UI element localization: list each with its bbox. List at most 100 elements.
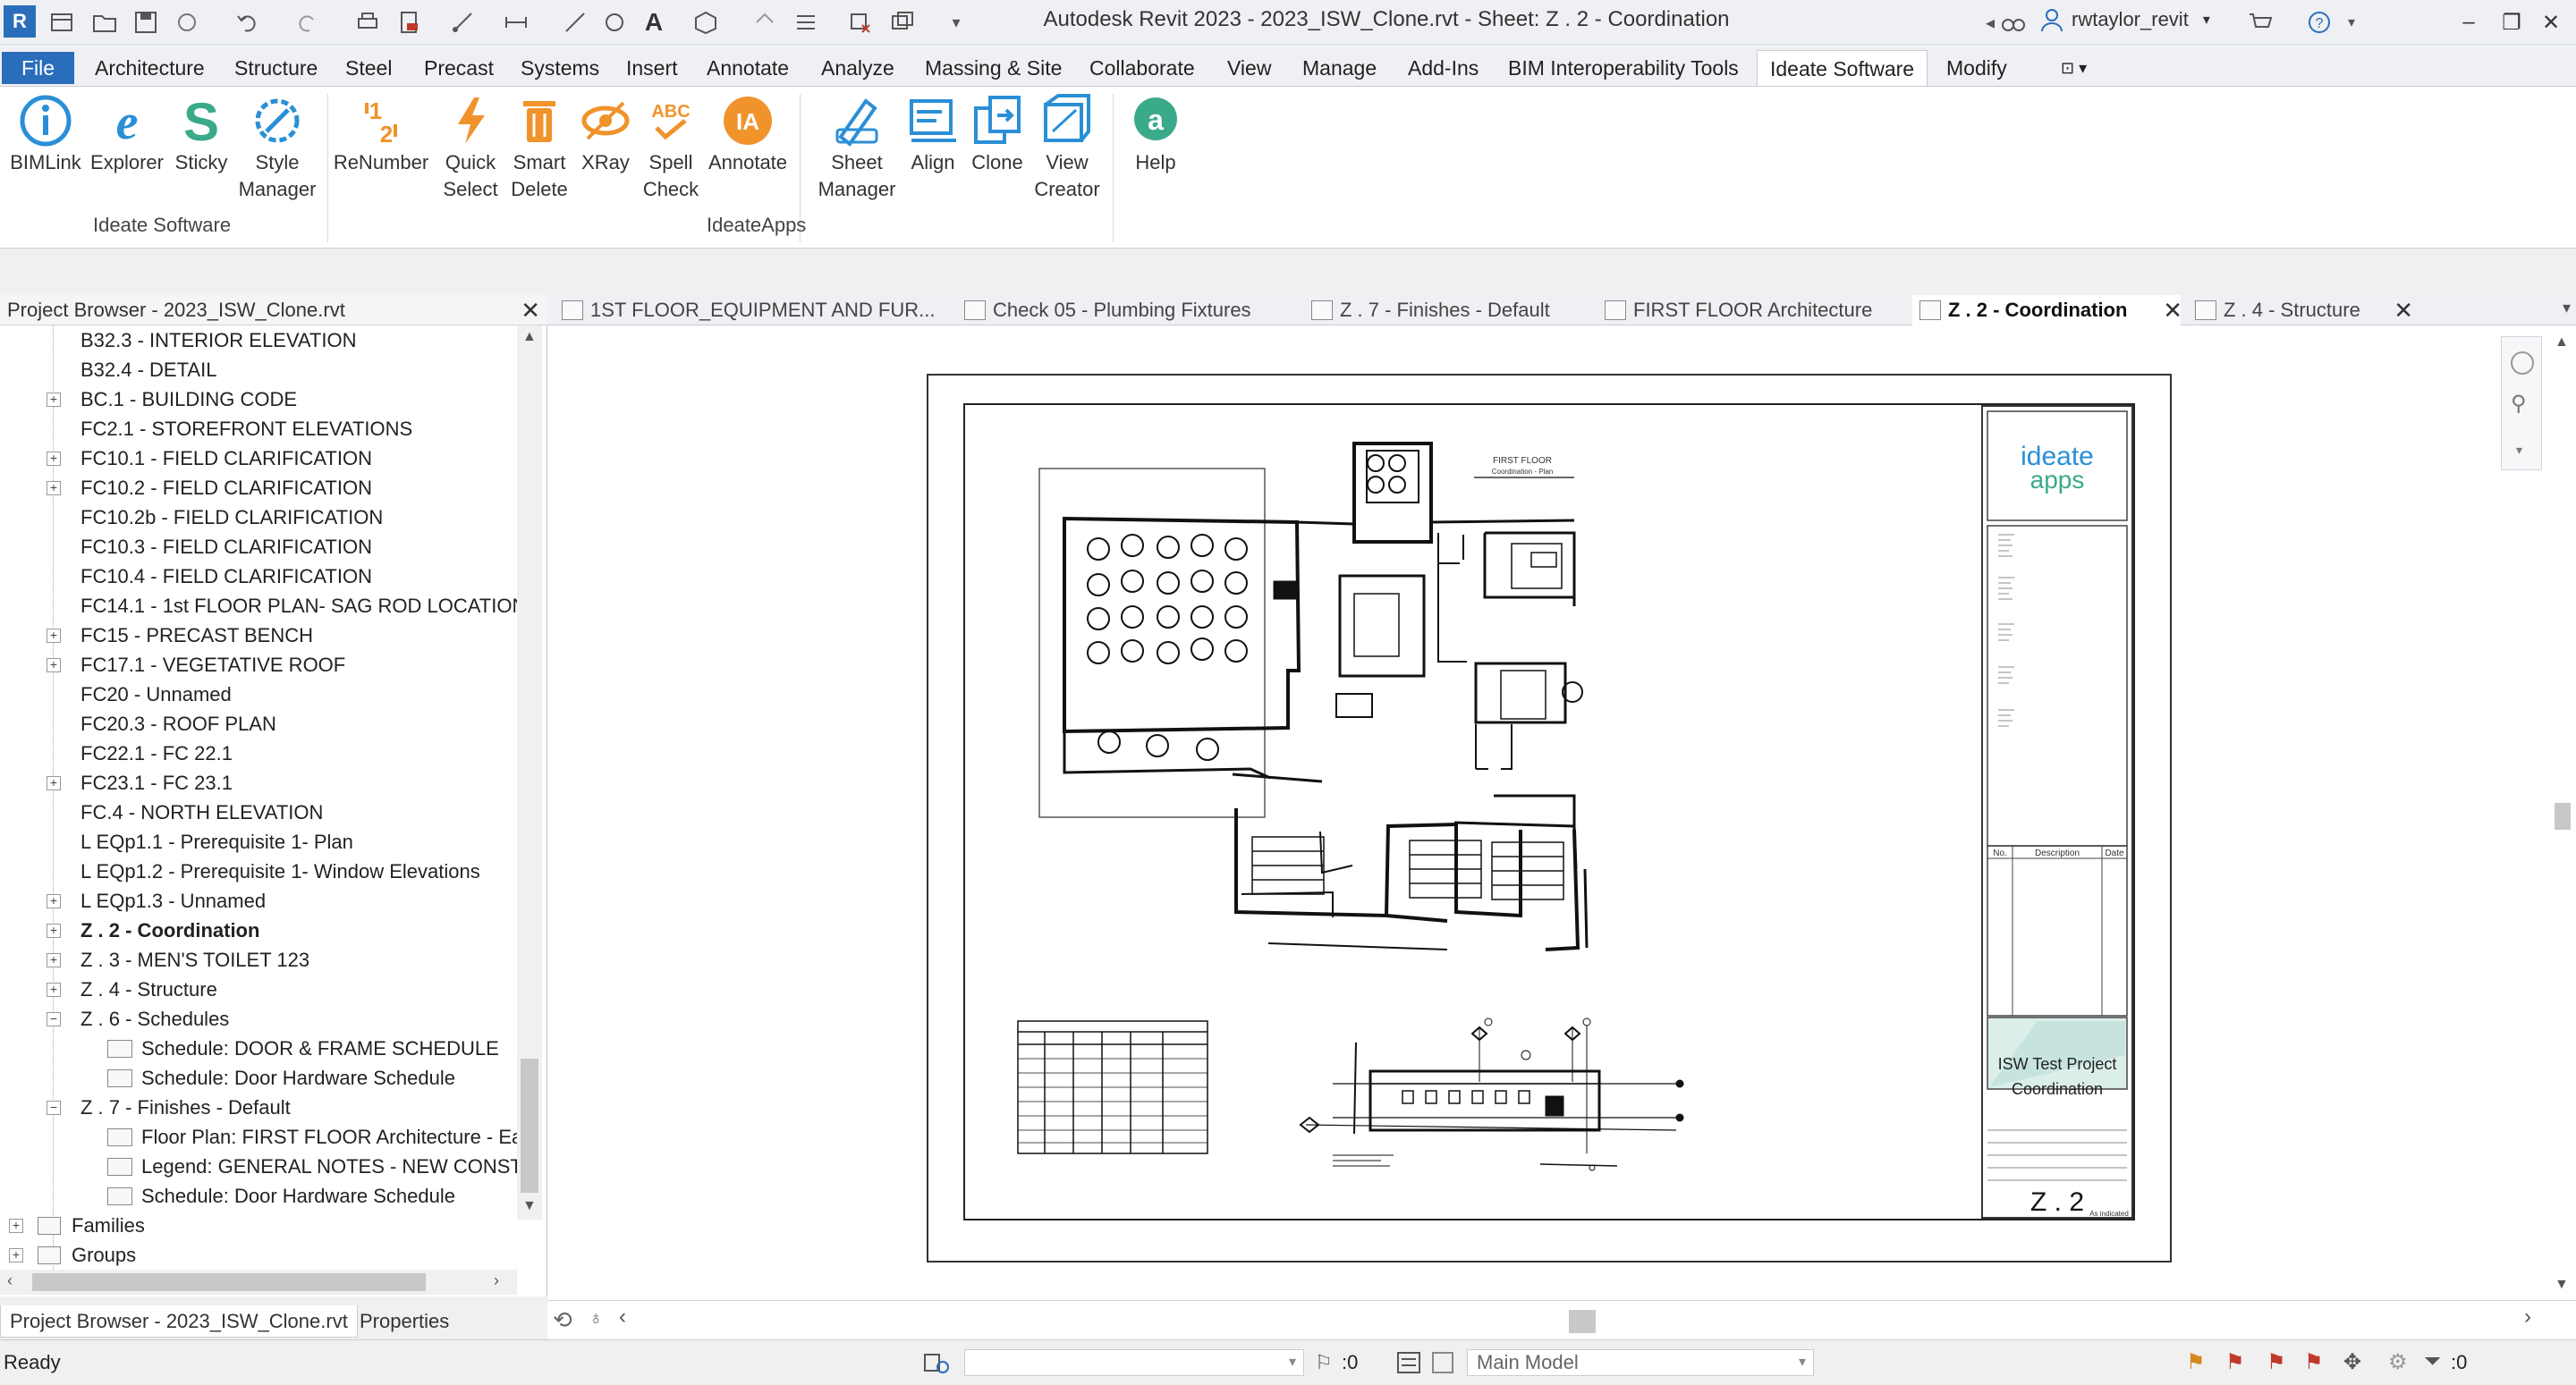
browser-tree-item[interactable]: B32.3 - INTERIOR ELEVATION xyxy=(0,325,517,355)
view-tab[interactable]: FIRST FLOOR Architecture xyxy=(1597,295,1919,325)
tab-ideate-software[interactable]: Ideate Software xyxy=(1757,50,1928,89)
view-tab[interactable]: 1ST FLOOR_EQUIPMENT AND FUR... xyxy=(555,295,939,325)
expand-icon[interactable]: + xyxy=(47,393,61,407)
browser-vertical-scrollbar[interactable]: ▲ ▼ xyxy=(517,325,542,1220)
browser-horizontal-scrollbar[interactable]: ‹ › xyxy=(0,1270,517,1295)
renumber-button[interactable]: 12 ReNumber xyxy=(331,94,431,176)
browser-tree-item[interactable]: + FC10.1 - FIELD CLARIFICATION xyxy=(0,443,517,473)
scroll-up-icon[interactable]: ▲ xyxy=(2555,334,2569,350)
view-tab[interactable]: Z . 4 - Structure ✕ xyxy=(2188,295,2413,325)
expand-icon[interactable]: + xyxy=(47,658,61,672)
filter-icon[interactable]: ⏷ xyxy=(2424,1349,2441,1374)
view-creator-button[interactable]: View Creator xyxy=(1029,94,1106,203)
scroll-up-icon[interactable]: ▲ xyxy=(522,329,537,345)
expand-icon[interactable]: + xyxy=(47,924,61,938)
browser-tree-item[interactable]: + Z . 4 - Structure xyxy=(0,975,517,1004)
tab-architecture[interactable]: Architecture xyxy=(82,50,217,86)
browser-tree-item[interactable]: + BC.1 - BUILDING CODE xyxy=(0,384,517,414)
design-option-set-icon[interactable] xyxy=(1429,1349,1456,1376)
tab-systems[interactable]: Systems xyxy=(508,50,612,86)
text-icon[interactable]: A xyxy=(639,7,669,38)
help-circle-icon[interactable]: ? xyxy=(2304,7,2334,38)
tab-massing-site[interactable]: Massing & Site xyxy=(912,50,1074,86)
customize-qat-icon[interactable]: ▾ xyxy=(941,7,971,38)
browser-tree-item[interactable]: − Z . 7 - Finishes - Default xyxy=(0,1093,517,1122)
browser-tree-item[interactable]: + FC17.1 - VEGETATIVE ROOF xyxy=(0,650,517,680)
scroll-left-icon[interactable]: ‹ xyxy=(7,1271,13,1290)
browser-tree-item[interactable]: + FC10.2 - FIELD CLARIFICATION xyxy=(0,473,517,502)
style-manager-button[interactable]: Style Manager xyxy=(234,94,320,203)
thin-lines-icon[interactable] xyxy=(791,7,821,38)
angle-icon[interactable] xyxy=(599,7,630,38)
browser-view-item[interactable]: Schedule: Door Hardware Schedule xyxy=(0,1063,517,1093)
close-hidden-icon[interactable] xyxy=(844,7,875,38)
tab-collaborate[interactable]: Collaborate xyxy=(1077,50,1208,86)
browser-tree-item[interactable]: FC10.4 - FIELD CLARIFICATION xyxy=(0,562,517,591)
measure-icon[interactable] xyxy=(447,7,478,38)
sheet-manager-button[interactable]: Sheet Manager xyxy=(805,94,909,203)
browser-tree-item[interactable]: FC14.1 - 1st FLOOR PLAN- SAG ROD LOCATIO… xyxy=(0,591,539,621)
tabs-overflow-icon[interactable]: ▾ xyxy=(2563,299,2571,317)
browser-tree-item[interactable]: FC20 - Unnamed xyxy=(0,680,517,709)
scroll-down-icon[interactable]: ▼ xyxy=(2555,1277,2569,1293)
browser-tree-item[interactable]: + FC15 - PRECAST BENCH xyxy=(0,621,517,650)
redo-icon[interactable] xyxy=(292,7,322,38)
tab-precast[interactable]: Precast xyxy=(411,50,506,86)
tab-analyze[interactable]: Analyze xyxy=(809,50,907,86)
tab-modify[interactable]: Modify xyxy=(1934,50,2020,86)
scroll-right-icon[interactable]: › xyxy=(2524,1305,2531,1330)
3d-view-icon[interactable] xyxy=(691,7,721,38)
active-workset-dropdown[interactable]: ▾ xyxy=(964,1349,1304,1376)
revit-app-icon[interactable]: R xyxy=(4,5,36,38)
browser-tree-item[interactable]: FC10.2b - FIELD CLARIFICATION xyxy=(0,502,517,532)
expand-icon[interactable]: + xyxy=(47,481,61,495)
tab-view[interactable]: View xyxy=(1215,50,1284,86)
browser-tree-item[interactable]: FC.4 - NORTH ELEVATION xyxy=(0,798,517,827)
browser-tree-item[interactable]: + Families xyxy=(0,1211,517,1240)
close-tab-icon[interactable]: ✕ xyxy=(2163,295,2182,325)
canvas-vertical-scrollbar[interactable]: ▲ ▼ xyxy=(2549,325,2576,1300)
expand-icon[interactable]: + xyxy=(47,953,61,967)
browser-tree-item[interactable]: FC2.1 - STOREFRONT ELEVATIONS xyxy=(0,414,517,443)
expand-icon[interactable]: + xyxy=(47,629,61,643)
annotate-button[interactable]: IA Annotate xyxy=(703,94,792,176)
sync-icon[interactable] xyxy=(172,7,202,38)
expand-icon[interactable]: + xyxy=(47,776,61,790)
scroll-thumb[interactable] xyxy=(521,1059,538,1193)
select-links-icon[interactable]: ⚑ xyxy=(2186,1349,2206,1375)
browser-tree-item[interactable]: + Z . 3 - MEN'S TOILET 123 xyxy=(0,945,517,975)
expand-icon[interactable]: + xyxy=(47,983,61,997)
bimlink-button[interactable]: BIMLink xyxy=(7,94,84,176)
tab-manage[interactable]: Manage xyxy=(1290,50,1389,86)
browser-tree-item[interactable]: L EQp1.2 - Prerequisite 1- Window Elevat… xyxy=(0,857,517,886)
binoculars-icon[interactable] xyxy=(1998,7,2029,38)
select-underlay-icon[interactable]: ⚑ xyxy=(2225,1349,2245,1375)
view-tab[interactable]: Check 05 - Plumbing Fixtures xyxy=(957,295,1315,325)
horizontal-scroll-thumb[interactable] xyxy=(1569,1310,1596,1333)
select-pinned-icon[interactable]: ⚑ xyxy=(2267,1349,2286,1375)
pdf-icon[interactable] xyxy=(394,7,424,38)
background-process-icon[interactable]: ⚙ xyxy=(2388,1349,2408,1375)
editable-only-icon[interactable]: ⚐ xyxy=(1315,1351,1333,1374)
browser-tree-item[interactable]: B32.4 - DETAIL xyxy=(0,355,517,384)
tab-steel[interactable]: Steel xyxy=(333,50,404,86)
browser-view-item[interactable]: Legend: GENERAL NOTES - NEW CONSTR xyxy=(0,1152,537,1181)
expand-icon[interactable]: + xyxy=(47,452,61,466)
view-properties-icon[interactable]: ⟲ xyxy=(553,1306,572,1334)
sticky-button[interactable]: S Sticky xyxy=(168,94,234,176)
help-button[interactable]: a Help xyxy=(1120,94,1191,176)
collapse-icon[interactable]: − xyxy=(47,1101,61,1115)
scroll-thumb[interactable] xyxy=(2555,803,2571,830)
tab-add-ins[interactable]: Add-Ins xyxy=(1395,50,1491,86)
reveal-hidden-icon[interactable]: ♁ xyxy=(589,1306,604,1330)
drag-elements-icon[interactable]: ✥ xyxy=(2343,1349,2361,1375)
browser-tree-item[interactable]: FC10.3 - FIELD CLARIFICATION xyxy=(0,532,517,562)
tab-file[interactable]: File xyxy=(2,52,75,84)
scroll-left-icon[interactable]: ‹ xyxy=(619,1305,626,1330)
expand-icon[interactable]: + xyxy=(9,1248,23,1263)
browser-view-item[interactable]: Floor Plan: FIRST FLOOR Architecture - E… xyxy=(0,1122,532,1152)
undo-icon[interactable] xyxy=(233,7,263,38)
tab-project-browser[interactable]: Project Browser - 2023_ISW_Clone.rvt xyxy=(0,1305,358,1338)
spell-check-button[interactable]: ABC Spell Check xyxy=(639,94,703,203)
zoom-icon[interactable]: ⚲ xyxy=(2511,391,2527,417)
